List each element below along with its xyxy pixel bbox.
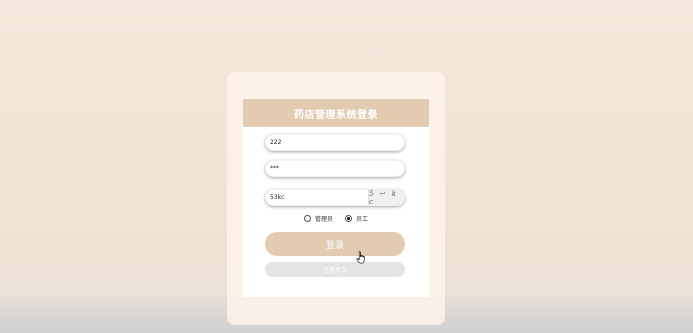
- captcha-field[interactable]: 5 ↩ k c: [265, 189, 405, 206]
- login-panel: 药店管理系统登录 5 ↩ k c 管理员 员工 登录 注册员工: [243, 99, 429, 297]
- page-title: 药店管理系统登录: [294, 109, 378, 121]
- role-selector: 管理员 员工: [243, 213, 429, 223]
- captcha-image[interactable]: 5 ↩ k c: [368, 189, 405, 206]
- captcha-input[interactable]: [265, 189, 369, 206]
- register-staff-button[interactable]: 注册员工: [265, 262, 405, 277]
- password-field[interactable]: [265, 160, 405, 177]
- login-button[interactable]: 登录: [265, 232, 405, 256]
- login-header: 药店管理系统登录: [243, 99, 429, 127]
- captcha-image-text: 5 ↩ k c: [369, 189, 399, 206]
- password-input[interactable]: [265, 160, 405, 177]
- username-input[interactable]: [265, 134, 405, 151]
- staff-label: 员工: [356, 215, 369, 223]
- staff-radio[interactable]: [345, 214, 352, 222]
- role-option-admin[interactable]: 管理员: [303, 214, 333, 223]
- username-field[interactable]: [265, 134, 405, 151]
- hand-pointer-icon: [356, 251, 365, 264]
- admin-label: 管理员: [314, 215, 333, 223]
- admin-radio[interactable]: [303, 214, 311, 222]
- role-option-staff[interactable]: 员工: [345, 214, 368, 223]
